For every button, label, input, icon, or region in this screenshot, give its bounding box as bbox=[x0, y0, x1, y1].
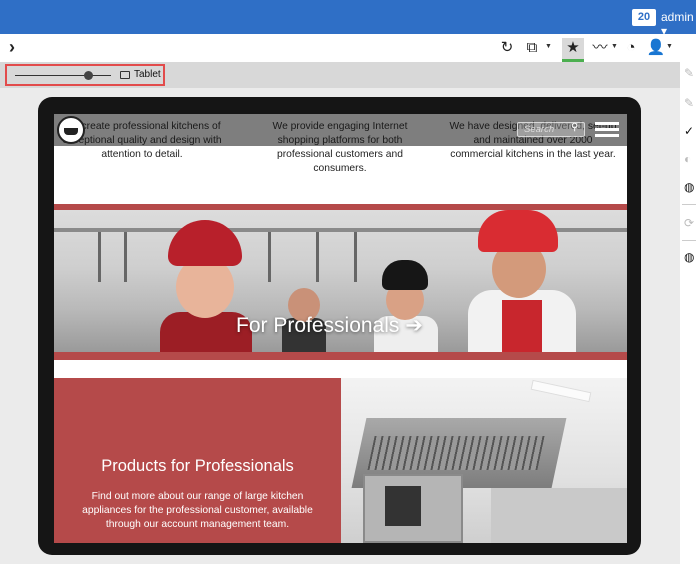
kitchen-image bbox=[341, 378, 627, 543]
star-icon[interactable]: ★ bbox=[562, 38, 584, 62]
check-icon[interactable]: ✓ bbox=[684, 124, 694, 138]
products-card-text: Find out more about our range of large k… bbox=[82, 491, 313, 530]
globe-icon[interactable]: ◍ bbox=[684, 180, 694, 194]
chevron-down-icon[interactable]: ▼ bbox=[545, 43, 552, 50]
search-icon[interactable]: ⚲ bbox=[571, 122, 578, 133]
user-label: admin bbox=[661, 10, 694, 24]
history-icon[interactable]: ◔ bbox=[620, 38, 642, 58]
link-icon[interactable]: ⟳ bbox=[684, 216, 694, 230]
editor-toolbar: › ↻ ⧉ ▼ ★ 〰 ▼ ◔ 👤 ▼ bbox=[0, 34, 696, 62]
globe-icon[interactable]: ◐ bbox=[684, 152, 691, 166]
notification-badge[interactable]: 20 bbox=[632, 9, 656, 26]
zoom-slider-handle[interactable] bbox=[84, 71, 94, 80]
device-label[interactable]: Tablet bbox=[134, 69, 161, 80]
hamburger-menu-icon[interactable] bbox=[595, 122, 619, 138]
zoom-control: Tablet bbox=[5, 64, 165, 86]
chart-icon[interactable]: 〰 bbox=[589, 38, 611, 58]
edit-icon[interactable]: ✎ bbox=[684, 66, 694, 80]
chevron-right-icon[interactable]: › bbox=[9, 37, 15, 58]
globe-icon[interactable]: ◍ bbox=[684, 250, 694, 264]
products-card-title: Products for Professionals bbox=[101, 457, 294, 475]
tablet-icon bbox=[120, 71, 130, 79]
top-bar: 20 admin ▾ bbox=[0, 0, 696, 38]
edit-icon[interactable]: ✎ bbox=[684, 96, 694, 110]
divider bbox=[682, 240, 696, 241]
chevron-down-icon[interactable]: ▼ bbox=[666, 43, 673, 50]
zoom-slider-track[interactable] bbox=[15, 75, 111, 76]
hero-link-professionals[interactable]: For Professionals ➔ bbox=[236, 313, 423, 338]
right-icon-column: ✎ ✎ ✓ ◐ ◍ ⟳ ◍ bbox=[682, 62, 696, 564]
divider bbox=[682, 204, 696, 205]
chevron-down-icon[interactable]: ▼ bbox=[611, 43, 618, 50]
site-header: Search ⚲ bbox=[54, 114, 627, 146]
user-icon[interactable]: 👤 bbox=[645, 38, 667, 58]
refresh-icon[interactable]: ↻ bbox=[496, 38, 518, 58]
site-logo[interactable] bbox=[57, 116, 85, 144]
tablet-screen: We create professional kitchens of excep… bbox=[54, 114, 627, 543]
external-link-icon[interactable]: ⧉ bbox=[521, 38, 543, 58]
